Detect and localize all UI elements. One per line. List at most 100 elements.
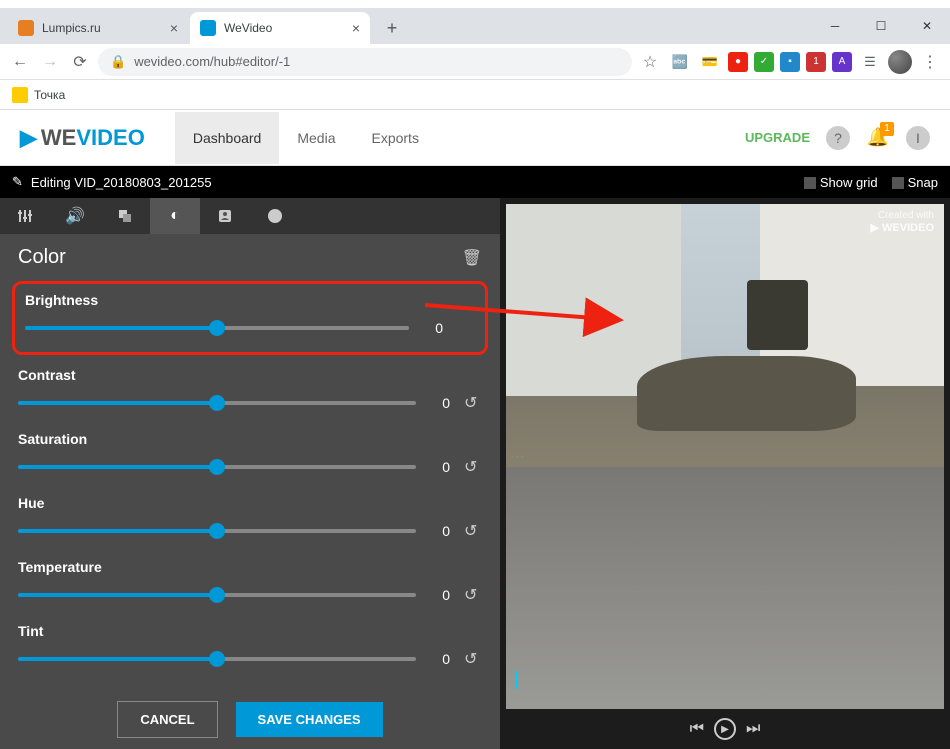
slider-thumb[interactable] xyxy=(209,320,225,336)
slider-value: 0 xyxy=(430,395,450,411)
maximize-button[interactable]: ☐ xyxy=(858,8,904,44)
wallet-icon[interactable]: 💳 xyxy=(698,50,722,74)
slider-label: Temperature xyxy=(18,559,482,575)
slider-thumb[interactable] xyxy=(209,523,225,539)
url-input[interactable]: 🔒 wevideo.com/hub#editor/-1 xyxy=(98,48,632,76)
window-controls: ─ ☐ ✕ xyxy=(812,8,950,44)
slider-track[interactable] xyxy=(18,657,416,661)
help-icon[interactable]: ? xyxy=(826,126,850,150)
wevideo-logo[interactable]: ▶ WEVIDEO xyxy=(20,125,145,151)
ext-icon-2[interactable]: ✓ xyxy=(754,52,774,72)
bell-icon[interactable]: 🔔1 xyxy=(866,126,890,150)
favicon-wevideo xyxy=(200,20,216,36)
tab-dashboard[interactable]: Dashboard xyxy=(175,112,280,164)
minimize-button[interactable]: ─ xyxy=(812,8,858,44)
slider-value: 0 xyxy=(430,459,450,475)
tab-media[interactable]: Media xyxy=(279,112,353,164)
panel-drag-handle[interactable]: ⋮ xyxy=(510,450,526,464)
cancel-button[interactable]: CANCEL xyxy=(117,701,217,738)
slider-value: 0 xyxy=(430,651,450,667)
prev-frame-icon[interactable]: ⏮ xyxy=(690,720,704,738)
slider-track[interactable] xyxy=(18,593,416,597)
ext-icon-3[interactable]: ▪ xyxy=(780,52,800,72)
reset-icon[interactable]: ↺ xyxy=(464,393,482,413)
panel-footer: CANCEL SAVE CHANGES xyxy=(0,689,500,749)
translate-icon[interactable]: 🔤 xyxy=(668,50,692,74)
slider-contrast: Contrast 0 ↺ xyxy=(0,359,500,423)
show-grid-toggle[interactable]: Show grid xyxy=(804,175,878,190)
slider-label: Hue xyxy=(18,495,482,511)
panel-title: Color xyxy=(18,246,66,269)
slider-label: Contrast xyxy=(18,367,482,383)
slider-thumb[interactable] xyxy=(209,587,225,603)
play-button[interactable]: ▶ xyxy=(714,718,736,740)
trash-icon[interactable]: 🗑 xyxy=(462,248,482,268)
reset-icon[interactable]: ↺ xyxy=(464,649,482,669)
ext-icon-1[interactable]: ● xyxy=(728,52,748,72)
tab-volume-icon[interactable]: 🔊 xyxy=(50,198,100,234)
slider-thumb[interactable] xyxy=(209,651,225,667)
back-button[interactable]: ← xyxy=(8,50,32,74)
ext-icon-5[interactable]: A xyxy=(832,52,852,72)
reset-icon[interactable]: ↺ xyxy=(464,457,482,477)
editor-bar: ✎ Editing VID_20180803_201255 Show grid … xyxy=(0,166,950,198)
watermark: Created with ▶ WEVIDEO xyxy=(871,210,934,234)
notification-badge: 1 xyxy=(880,122,894,136)
next-frame-icon[interactable]: ⏭ xyxy=(746,720,760,738)
bookmark-star-icon[interactable]: ☆ xyxy=(638,50,662,74)
reload-button[interactable]: ⟳ xyxy=(68,50,92,74)
preview-panel: ⋮ Created with ▶ WEVIDEO ⏮ ▶ ⏭ xyxy=(500,198,950,749)
browser-tab-lumpics[interactable]: Lumpics.ru × xyxy=(8,12,188,44)
address-bar: ← → ⟳ 🔒 wevideo.com/hub#editor/-1 ☆ 🔤 💳 … xyxy=(0,44,950,80)
close-icon[interactable]: × xyxy=(352,20,360,36)
tab-exports[interactable]: Exports xyxy=(353,112,436,164)
slider-label: Saturation xyxy=(18,431,482,447)
slider-track[interactable] xyxy=(18,465,416,469)
panel-tabs: 🔊 ◐ xyxy=(0,198,500,234)
slider-thumb[interactable] xyxy=(209,459,225,475)
profile-avatar[interactable] xyxy=(888,50,912,74)
browser-menu-icon[interactable]: ⋮ xyxy=(918,52,942,72)
reset-icon[interactable]: ↺ xyxy=(464,585,482,605)
tab-layers-icon[interactable] xyxy=(100,198,150,234)
new-tab-button[interactable]: + xyxy=(378,14,406,42)
user-avatar[interactable]: I xyxy=(906,126,930,150)
forward-button[interactable]: → xyxy=(38,50,62,74)
video-preview[interactable]: ⋮ Created with ▶ WEVIDEO xyxy=(506,204,944,709)
close-icon[interactable]: × xyxy=(170,20,178,36)
bookmark-item[interactable]: Точка xyxy=(12,87,65,103)
tab-color-icon[interactable]: ◐ xyxy=(150,198,200,234)
bookmarks-bar: Точка xyxy=(0,80,950,110)
slider-track[interactable] xyxy=(18,529,416,533)
slider-track[interactable] xyxy=(25,326,409,330)
slider-value: 0 xyxy=(430,523,450,539)
browser-tab-strip: Lumpics.ru × WeVideo × + ─ ☐ ✕ xyxy=(0,8,950,44)
slider-thumb[interactable] xyxy=(209,395,225,411)
upgrade-link[interactable]: UPGRADE xyxy=(745,130,810,145)
slider-value: 0 xyxy=(430,587,450,603)
save-button[interactable]: SAVE CHANGES xyxy=(236,702,383,737)
app-header: ▶ WEVIDEO Dashboard Media Exports UPGRAD… xyxy=(0,110,950,166)
tab-info-icon[interactable] xyxy=(250,198,300,234)
lock-icon: 🔒 xyxy=(110,54,126,70)
bookmark-favicon xyxy=(12,87,28,103)
editing-title: Editing VID_20180803_201255 xyxy=(31,175,212,190)
tab-settings-icon[interactable] xyxy=(0,198,50,234)
snap-toggle[interactable]: Snap xyxy=(892,175,938,190)
reading-list-icon[interactable]: ☰ xyxy=(858,50,882,74)
header-tabs: Dashboard Media Exports xyxy=(175,112,437,164)
tab-person-icon[interactable] xyxy=(200,198,250,234)
main-area: 🔊 ◐ Color 🗑 Brightness 0 ↺ Contrast xyxy=(0,198,950,749)
browser-tab-wevideo[interactable]: WeVideo × xyxy=(190,12,370,44)
reset-icon[interactable]: ↺ xyxy=(464,521,482,541)
slider-label: Tint xyxy=(18,623,482,639)
slider-value: 0 xyxy=(423,320,443,336)
slider-track[interactable] xyxy=(18,401,416,405)
slider-temperature: Temperature 0 ↺ xyxy=(0,551,500,615)
favicon-lumpics xyxy=(18,20,34,36)
close-window-button[interactable]: ✕ xyxy=(904,8,950,44)
ext-icon-4[interactable]: 1 xyxy=(806,52,826,72)
slider-brightness: Brightness 0 ↺ xyxy=(12,281,488,355)
slider-hue: Hue 0 ↺ xyxy=(0,487,500,551)
header-right: UPGRADE ? 🔔1 I xyxy=(745,126,930,150)
